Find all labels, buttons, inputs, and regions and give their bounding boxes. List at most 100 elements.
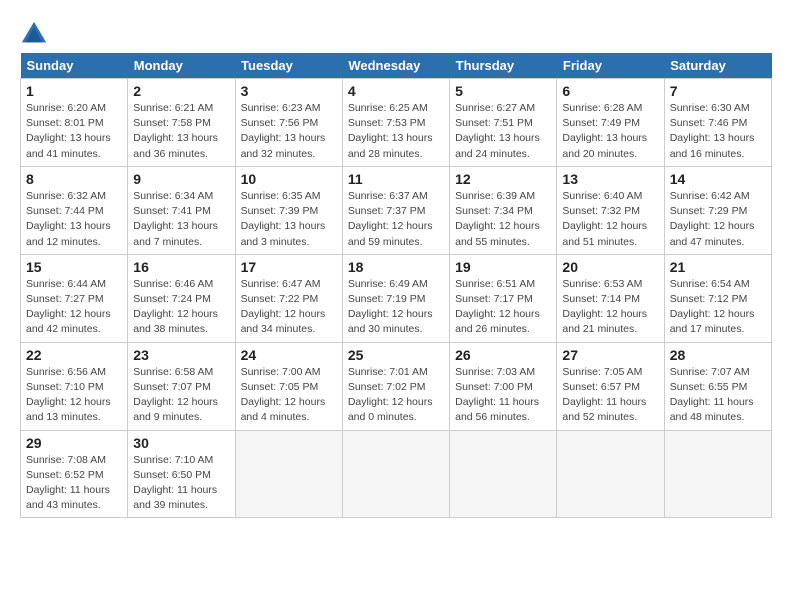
- weekday-header-tuesday: Tuesday: [235, 53, 342, 79]
- day-number: 6: [562, 83, 658, 99]
- day-number: 26: [455, 347, 551, 363]
- day-info: Sunrise: 6:30 AM Sunset: 7:46 PM Dayligh…: [670, 101, 766, 162]
- day-info: Sunrise: 7:01 AM Sunset: 7:02 PM Dayligh…: [348, 365, 444, 426]
- logo: [20, 20, 52, 48]
- calendar-cell: 28 Sunrise: 7:07 AM Sunset: 6:55 PM Dayli…: [664, 342, 771, 430]
- calendar-cell: 3 Sunrise: 6:23 AM Sunset: 7:56 PM Daylig…: [235, 79, 342, 167]
- week-row-3: 15 Sunrise: 6:44 AM Sunset: 7:27 PM Dayli…: [21, 254, 772, 342]
- calendar-cell: [342, 430, 449, 518]
- calendar-cell: 21 Sunrise: 6:54 AM Sunset: 7:12 PM Dayli…: [664, 254, 771, 342]
- calendar-cell: 11Sunrise: 6:37 AM Sunset: 7:37 PM Dayli…: [342, 166, 449, 254]
- day-number: 27: [562, 347, 658, 363]
- calendar-cell: 13 Sunrise: 6:40 AM Sunset: 7:32 PM Dayli…: [557, 166, 664, 254]
- day-number: 18: [348, 259, 444, 275]
- week-row-1: 1 Sunrise: 6:20 AM Sunset: 8:01 PM Daylig…: [21, 79, 772, 167]
- calendar-cell: 16 Sunrise: 6:46 AM Sunset: 7:24 PM Dayli…: [128, 254, 235, 342]
- day-number: 13: [562, 171, 658, 187]
- day-number: 5: [455, 83, 551, 99]
- day-number: 25: [348, 347, 444, 363]
- calendar-cell: 23Sunrise: 6:58 AM Sunset: 7:07 PM Dayli…: [128, 342, 235, 430]
- day-info: Sunrise: 7:05 AM Sunset: 6:57 PM Dayligh…: [562, 365, 658, 426]
- day-number: 3: [241, 83, 337, 99]
- day-info: Sunrise: 7:08 AM Sunset: 6:52 PM Dayligh…: [26, 453, 122, 514]
- calendar-cell: [235, 430, 342, 518]
- weekday-header-monday: Monday: [128, 53, 235, 79]
- day-info: Sunrise: 6:40 AM Sunset: 7:32 PM Dayligh…: [562, 189, 658, 250]
- day-info: Sunrise: 6:39 AM Sunset: 7:34 PM Dayligh…: [455, 189, 551, 250]
- day-number: 4: [348, 83, 444, 99]
- header-area: [20, 15, 772, 48]
- day-info: Sunrise: 6:32 AM Sunset: 7:44 PM Dayligh…: [26, 189, 122, 250]
- week-row-2: 8 Sunrise: 6:32 AM Sunset: 7:44 PM Daylig…: [21, 166, 772, 254]
- calendar-cell: 26 Sunrise: 7:03 AM Sunset: 7:00 PM Dayli…: [450, 342, 557, 430]
- day-info: Sunrise: 6:20 AM Sunset: 8:01 PM Dayligh…: [26, 101, 122, 162]
- calendar-cell: 10 Sunrise: 6:35 AM Sunset: 7:39 PM Dayli…: [235, 166, 342, 254]
- day-info: Sunrise: 6:53 AM Sunset: 7:14 PM Dayligh…: [562, 277, 658, 338]
- day-number: 8: [26, 171, 122, 187]
- weekday-header-wednesday: Wednesday: [342, 53, 449, 79]
- day-info: Sunrise: 6:21 AM Sunset: 7:58 PM Dayligh…: [133, 101, 229, 162]
- day-info: Sunrise: 7:00 AM Sunset: 7:05 PM Dayligh…: [241, 365, 337, 426]
- day-number: 28: [670, 347, 766, 363]
- day-info: Sunrise: 6:44 AM Sunset: 7:27 PM Dayligh…: [26, 277, 122, 338]
- calendar-cell: 18 Sunrise: 6:49 AM Sunset: 7:19 PM Dayli…: [342, 254, 449, 342]
- calendar-cell: 22 Sunrise: 6:56 AM Sunset: 7:10 PM Dayli…: [21, 342, 128, 430]
- day-number: 20: [562, 259, 658, 275]
- calendar-cell: 8 Sunrise: 6:32 AM Sunset: 7:44 PM Daylig…: [21, 166, 128, 254]
- day-number: 22: [26, 347, 122, 363]
- day-number: 7: [670, 83, 766, 99]
- weekday-header-sunday: Sunday: [21, 53, 128, 79]
- calendar-table: SundayMondayTuesdayWednesdayThursdayFrid…: [20, 53, 772, 518]
- day-number: 1: [26, 83, 122, 99]
- calendar-cell: [450, 430, 557, 518]
- day-info: Sunrise: 6:34 AM Sunset: 7:41 PM Dayligh…: [133, 189, 229, 250]
- day-info: Sunrise: 7:07 AM Sunset: 6:55 PM Dayligh…: [670, 365, 766, 426]
- day-number: 29: [26, 435, 122, 451]
- day-info: Sunrise: 6:56 AM Sunset: 7:10 PM Dayligh…: [26, 365, 122, 426]
- day-info: Sunrise: 6:35 AM Sunset: 7:39 PM Dayligh…: [241, 189, 337, 250]
- weekday-header-row: SundayMondayTuesdayWednesdayThursdayFrid…: [21, 53, 772, 79]
- day-info: Sunrise: 7:10 AM Sunset: 6:50 PM Dayligh…: [133, 453, 229, 514]
- day-number: 21: [670, 259, 766, 275]
- calendar-cell: [557, 430, 664, 518]
- day-info: Sunrise: 6:51 AM Sunset: 7:17 PM Dayligh…: [455, 277, 551, 338]
- calendar-cell: 9 Sunrise: 6:34 AM Sunset: 7:41 PM Daylig…: [128, 166, 235, 254]
- day-number: 9: [133, 171, 229, 187]
- calendar-cell: 17 Sunrise: 6:47 AM Sunset: 7:22 PM Dayli…: [235, 254, 342, 342]
- week-row-5: 29 Sunrise: 7:08 AM Sunset: 6:52 PM Dayli…: [21, 430, 772, 518]
- calendar-cell: 20 Sunrise: 6:53 AM Sunset: 7:14 PM Dayli…: [557, 254, 664, 342]
- weekday-header-friday: Friday: [557, 53, 664, 79]
- day-number: 17: [241, 259, 337, 275]
- day-info: Sunrise: 6:54 AM Sunset: 7:12 PM Dayligh…: [670, 277, 766, 338]
- day-number: 24: [241, 347, 337, 363]
- day-number: 16: [133, 259, 229, 275]
- calendar-cell: 12 Sunrise: 6:39 AM Sunset: 7:34 PM Dayli…: [450, 166, 557, 254]
- day-number: 12: [455, 171, 551, 187]
- day-info: Sunrise: 6:23 AM Sunset: 7:56 PM Dayligh…: [241, 101, 337, 162]
- day-info: Sunrise: 6:46 AM Sunset: 7:24 PM Dayligh…: [133, 277, 229, 338]
- day-info: Sunrise: 6:27 AM Sunset: 7:51 PM Dayligh…: [455, 101, 551, 162]
- day-number: 30: [133, 435, 229, 451]
- day-number: 10: [241, 171, 337, 187]
- day-info: Sunrise: 6:42 AM Sunset: 7:29 PM Dayligh…: [670, 189, 766, 250]
- weekday-header-saturday: Saturday: [664, 53, 771, 79]
- calendar-cell: 1 Sunrise: 6:20 AM Sunset: 8:01 PM Daylig…: [21, 79, 128, 167]
- calendar-cell: [664, 430, 771, 518]
- day-info: Sunrise: 6:49 AM Sunset: 7:19 PM Dayligh…: [348, 277, 444, 338]
- day-info: Sunrise: 6:47 AM Sunset: 7:22 PM Dayligh…: [241, 277, 337, 338]
- day-number: 23: [133, 347, 229, 363]
- day-info: Sunrise: 6:28 AM Sunset: 7:49 PM Dayligh…: [562, 101, 658, 162]
- day-number: 11: [348, 171, 444, 187]
- logo-icon: [20, 20, 48, 48]
- day-info: Sunrise: 6:25 AM Sunset: 7:53 PM Dayligh…: [348, 101, 444, 162]
- calendar-cell: 5 Sunrise: 6:27 AM Sunset: 7:51 PM Daylig…: [450, 79, 557, 167]
- calendar-cell: 24 Sunrise: 7:00 AM Sunset: 7:05 PM Dayli…: [235, 342, 342, 430]
- calendar-cell: 30 Sunrise: 7:10 AM Sunset: 6:50 PM Dayli…: [128, 430, 235, 518]
- day-number: 15: [26, 259, 122, 275]
- day-number: 14: [670, 171, 766, 187]
- calendar-cell: 7 Sunrise: 6:30 AM Sunset: 7:46 PM Daylig…: [664, 79, 771, 167]
- calendar-cell: 25 Sunrise: 7:01 AM Sunset: 7:02 PM Dayli…: [342, 342, 449, 430]
- weekday-header-thursday: Thursday: [450, 53, 557, 79]
- calendar-cell: 2Sunrise: 6:21 AM Sunset: 7:58 PM Daylig…: [128, 79, 235, 167]
- day-info: Sunrise: 7:03 AM Sunset: 7:00 PM Dayligh…: [455, 365, 551, 426]
